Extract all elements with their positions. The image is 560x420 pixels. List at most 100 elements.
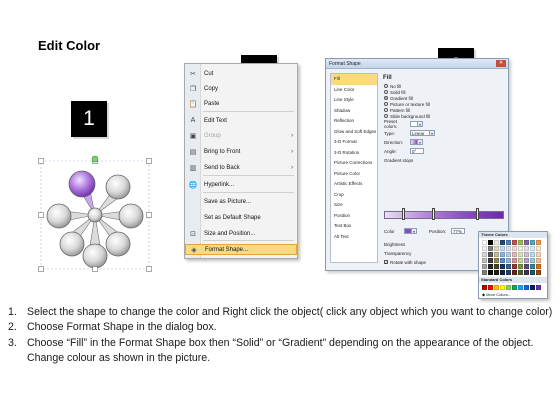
color-swatch[interactable] [506, 285, 511, 290]
color-swatch[interactable] [482, 240, 487, 245]
chevron-down-icon[interactable]: ▾ [430, 130, 435, 136]
radio-button[interactable] [384, 114, 388, 118]
direction-picker[interactable] [410, 139, 418, 145]
color-swatch[interactable] [536, 252, 541, 257]
color-swatch[interactable] [536, 240, 541, 245]
color-swatch[interactable] [482, 258, 487, 263]
color-swatch[interactable] [482, 252, 487, 257]
menu-item-save-as-picture[interactable]: Save as Picture... [185, 196, 297, 207]
color-swatch[interactable] [524, 240, 529, 245]
color-swatch[interactable] [506, 258, 511, 263]
menu-item-set-as-default-shape[interactable]: Set as Default Shape [185, 212, 297, 223]
color-swatch[interactable] [524, 285, 529, 290]
color-swatch[interactable] [530, 246, 535, 251]
gradient-stop[interactable] [476, 208, 479, 220]
color-swatch[interactable] [518, 270, 523, 275]
nav-item-fill[interactable]: Fill [331, 74, 377, 85]
color-swatch[interactable] [512, 264, 517, 269]
color-swatch[interactable] [488, 270, 493, 275]
radio-button[interactable] [384, 96, 388, 100]
radio-button[interactable] [384, 108, 388, 112]
menu-item-bring-to-front[interactable]: ▤ Bring to Front › [185, 146, 297, 157]
color-swatch[interactable] [500, 246, 505, 251]
chevron-down-icon[interactable]: ▾ [418, 121, 423, 127]
color-swatch[interactable] [482, 264, 487, 269]
color-swatch[interactable] [506, 252, 511, 257]
color-swatch[interactable] [494, 240, 499, 245]
color-swatch[interactable] [494, 264, 499, 269]
nav-item-reflection[interactable]: Reflection [331, 116, 377, 127]
color-swatch[interactable] [494, 285, 499, 290]
nav-item-picture-color[interactable]: Picture Color [331, 169, 377, 180]
radio-button[interactable] [384, 102, 388, 106]
color-swatch[interactable] [506, 246, 511, 251]
nav-item-crop[interactable]: Crop [331, 190, 377, 201]
color-swatch[interactable] [530, 270, 535, 275]
color-swatch[interactable] [536, 258, 541, 263]
color-swatch[interactable] [494, 258, 499, 263]
color-swatch[interactable] [524, 252, 529, 257]
menu-item-hyperlink[interactable]: 🌐 Hyperlink... [185, 179, 297, 190]
color-swatch[interactable] [518, 258, 523, 263]
radio-button[interactable] [384, 84, 388, 88]
nav-item-size[interactable]: Size [331, 200, 377, 211]
color-swatch[interactable] [500, 270, 505, 275]
color-swatch[interactable] [518, 285, 523, 290]
color-swatch[interactable] [518, 264, 523, 269]
color-swatch[interactable] [482, 270, 487, 275]
color-swatch[interactable] [524, 270, 529, 275]
nav-item-shadow[interactable]: Shadow [331, 106, 377, 117]
color-swatch[interactable] [512, 246, 517, 251]
color-swatch[interactable] [536, 264, 541, 269]
color-swatch[interactable] [518, 252, 523, 257]
color-swatch[interactable] [512, 258, 517, 263]
color-swatch[interactable] [488, 258, 493, 263]
color-swatch[interactable] [530, 258, 535, 263]
preset-picker[interactable] [410, 121, 418, 127]
menu-item-cut[interactable]: ✂ Cut [185, 68, 297, 79]
nav-item-line-color[interactable]: Line Color [331, 85, 377, 96]
nav-item-3-d-format[interactable]: 3-D Format [331, 137, 377, 148]
color-swatch[interactable] [506, 270, 511, 275]
color-swatch[interactable] [530, 285, 535, 290]
gradient-stop[interactable] [402, 208, 405, 220]
menu-item-size-and-position[interactable]: ⊡ Size and Position... [185, 228, 297, 239]
color-swatch[interactable] [488, 240, 493, 245]
color-swatch[interactable] [488, 252, 493, 257]
color-swatch[interactable] [512, 285, 517, 290]
color-swatch[interactable] [524, 264, 529, 269]
nav-item-artistic-effects[interactable]: Artistic Effects [331, 179, 377, 190]
color-swatch[interactable] [518, 246, 523, 251]
nav-item-glow-and-soft-edges[interactable]: Glow and Soft Edges [331, 127, 377, 138]
angle-input[interactable]: 0° [410, 148, 424, 154]
color-swatch[interactable] [506, 240, 511, 245]
color-swatch[interactable] [482, 285, 487, 290]
color-swatch[interactable] [494, 246, 499, 251]
color-swatch[interactable] [488, 246, 493, 251]
menu-item-format-shape[interactable]: ◈ Format Shape... [185, 244, 297, 255]
color-swatch[interactable] [536, 285, 541, 290]
nav-item-alt-text[interactable]: Alt Text [331, 232, 377, 243]
type-select[interactable]: Linear [410, 130, 430, 136]
color-swatch[interactable] [500, 285, 505, 290]
menu-item-copy[interactable]: ❐ Copy [185, 83, 297, 94]
color-swatch[interactable] [524, 258, 529, 263]
nav-item-3-d-rotation[interactable]: 3-D Rotation [331, 148, 377, 159]
menu-item-paste[interactable]: 📋 Paste [185, 98, 297, 109]
color-swatch[interactable] [500, 252, 505, 257]
menu-item-edit-text[interactable]: A Edit Text [185, 115, 297, 126]
color-swatch[interactable] [500, 240, 505, 245]
menu-item-group[interactable]: ▣ Group › [185, 130, 297, 141]
color-swatch[interactable] [488, 285, 493, 290]
nav-item-text-box[interactable]: Text Box [331, 221, 377, 232]
color-swatch[interactable] [494, 252, 499, 257]
shape-wheel[interactable] [35, 155, 155, 275]
color-swatch[interactable] [512, 270, 517, 275]
close-icon[interactable]: ✕ [496, 60, 506, 67]
nav-item-line-style[interactable]: Line Style [331, 95, 377, 106]
color-picker[interactable] [404, 228, 412, 234]
menu-item-send-to-back[interactable]: ▥ Send to Back › [185, 162, 297, 173]
color-swatch[interactable] [488, 264, 493, 269]
color-swatch[interactable] [500, 264, 505, 269]
color-swatch[interactable] [536, 270, 541, 275]
